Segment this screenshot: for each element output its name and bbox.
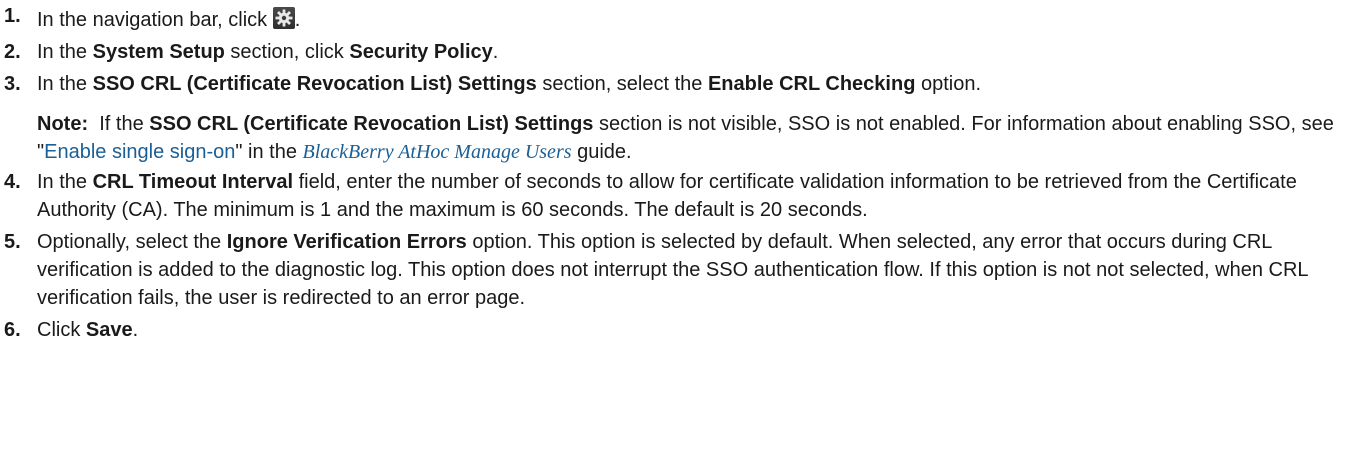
- step-text: In the: [37, 73, 93, 95]
- step-text: In the: [37, 41, 93, 63]
- manage-users-guide-link[interactable]: BlackBerry AtHoc Manage Users: [303, 141, 572, 163]
- step-4: 4. In the CRL Timeout Interval field, en…: [0, 168, 1348, 224]
- step-text: .: [132, 319, 139, 341]
- step-number: 3.: [4, 73, 21, 95]
- gear-icon: [272, 7, 295, 29]
- step-text: In the navigation bar, click: [37, 9, 268, 31]
- ui-term-system-setup: System Setup: [92, 41, 225, 63]
- ui-term-security-policy: Security Policy: [349, 41, 493, 63]
- step-3: 3. In the SSO CRL (Certificate Revocatio…: [0, 70, 1348, 98]
- step-number: 4.: [4, 171, 21, 193]
- enable-sso-link[interactable]: Enable single sign-on: [44, 141, 235, 163]
- step-text: section, click: [224, 41, 350, 63]
- step-text: .: [492, 41, 499, 63]
- ui-term-crl-timeout-interval: CRL Timeout Interval: [92, 171, 294, 193]
- ui-term-ignore-verification-errors: Ignore Verification Errors: [226, 231, 467, 253]
- ui-term-save: Save: [85, 319, 133, 341]
- step-5: 5. Optionally, select the Ignore Verific…: [0, 228, 1348, 312]
- note: Note: If the SSO CRL (Certificate Revoca…: [0, 110, 1348, 166]
- note-text: " in the: [235, 141, 303, 163]
- step-number: 2.: [4, 41, 21, 63]
- step-number: 5.: [4, 231, 21, 253]
- step-text-end: .: [294, 9, 301, 31]
- step-number: 6.: [4, 319, 21, 341]
- step-text: In the: [37, 171, 93, 193]
- step-number: 1.: [4, 5, 21, 27]
- note-text: If the: [88, 113, 150, 135]
- step-1: 1. In the navigation bar, click .: [0, 5, 1348, 34]
- step-2: 2. In the System Setup section, click Se…: [0, 38, 1348, 66]
- step-text: section, select the: [536, 73, 708, 95]
- ui-term-enable-crl-checking: Enable CRL Checking: [707, 73, 916, 95]
- note-label: Note:: [37, 113, 89, 135]
- note-text: guide.: [571, 141, 632, 163]
- ui-term-sso-crl-settings: SSO CRL (Certificate Revocation List) Se…: [149, 113, 594, 135]
- ui-term-sso-crl-settings: SSO CRL (Certificate Revocation List) Se…: [92, 73, 537, 95]
- step-6: 6. Click Save.: [0, 316, 1348, 344]
- procedure-steps: 1. In the navigation bar, click . 2. In …: [0, 0, 1348, 344]
- step-text: option.: [915, 73, 982, 95]
- step-text: Optionally, select the: [37, 231, 227, 253]
- step-text: Click: [37, 319, 86, 341]
